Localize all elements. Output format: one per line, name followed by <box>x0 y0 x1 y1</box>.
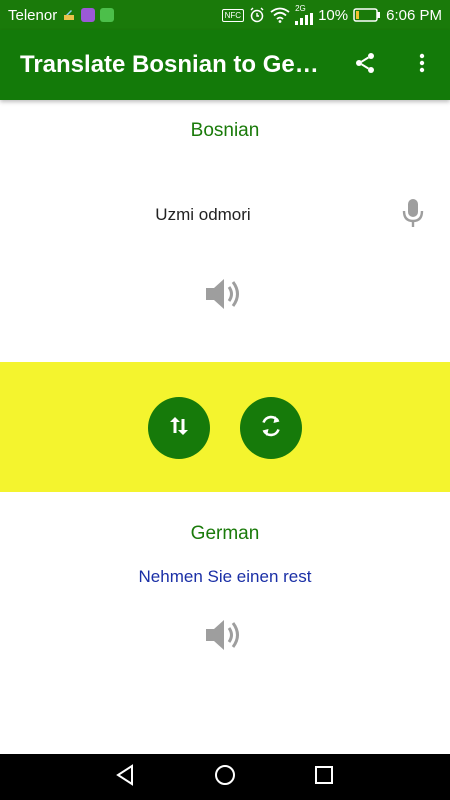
refresh-icon <box>258 413 284 444</box>
clock: 6:06 PM <box>386 6 442 24</box>
alarm-icon <box>249 7 265 23</box>
microphone-icon <box>402 198 424 233</box>
swap-vertical-icon <box>167 414 191 443</box>
speaker-icon <box>204 279 246 317</box>
carrier-name: Telenor <box>8 6 58 24</box>
target-language-label[interactable]: German <box>0 523 450 545</box>
network-type: 2G <box>295 4 306 13</box>
source-speaker-button[interactable] <box>204 275 246 313</box>
more-options-button[interactable] <box>398 30 446 100</box>
source-text[interactable]: Uzmi odmori <box>0 205 406 225</box>
recent-apps-button[interactable] <box>299 754 349 800</box>
status-bar: Telenor NFC 2G 10% 6:06 PM <box>0 0 450 30</box>
navigation-bar <box>0 754 450 800</box>
recent-apps-icon <box>314 765 334 790</box>
speaker-icon <box>204 620 246 658</box>
refresh-button[interactable] <box>240 397 302 459</box>
battery-percent: 10% <box>318 6 349 24</box>
status-left: Telenor <box>8 7 222 24</box>
signal-icon <box>295 13 314 25</box>
nfc-icon: NFC <box>221 8 245 22</box>
home-button[interactable] <box>200 754 250 800</box>
clean-icon <box>62 8 76 22</box>
status-right: NFC 2G 10% 6:06 PM <box>221 4 442 25</box>
action-band <box>0 362 450 492</box>
app-title: Translate Bosnian to German <box>20 51 320 78</box>
home-icon <box>214 764 236 791</box>
back-icon <box>114 763 136 791</box>
battery-icon <box>353 8 381 22</box>
target-speaker-button[interactable] <box>204 616 246 654</box>
more-vert-icon <box>410 51 434 80</box>
back-button[interactable] <box>100 754 150 800</box>
wifi-icon <box>270 7 290 23</box>
app-bar: Translate Bosnian to German <box>0 30 450 100</box>
download-icon <box>100 8 115 22</box>
microphone-button[interactable] <box>398 198 428 232</box>
share-icon <box>353 51 377 80</box>
swap-languages-button[interactable] <box>148 397 210 459</box>
translated-text: Nehmen Sie einen rest <box>138 567 312 586</box>
source-language-label[interactable]: Bosnian <box>0 120 450 142</box>
network-indicator: 2G <box>295 4 314 25</box>
share-button[interactable] <box>341 30 389 100</box>
app-icon <box>81 8 96 22</box>
